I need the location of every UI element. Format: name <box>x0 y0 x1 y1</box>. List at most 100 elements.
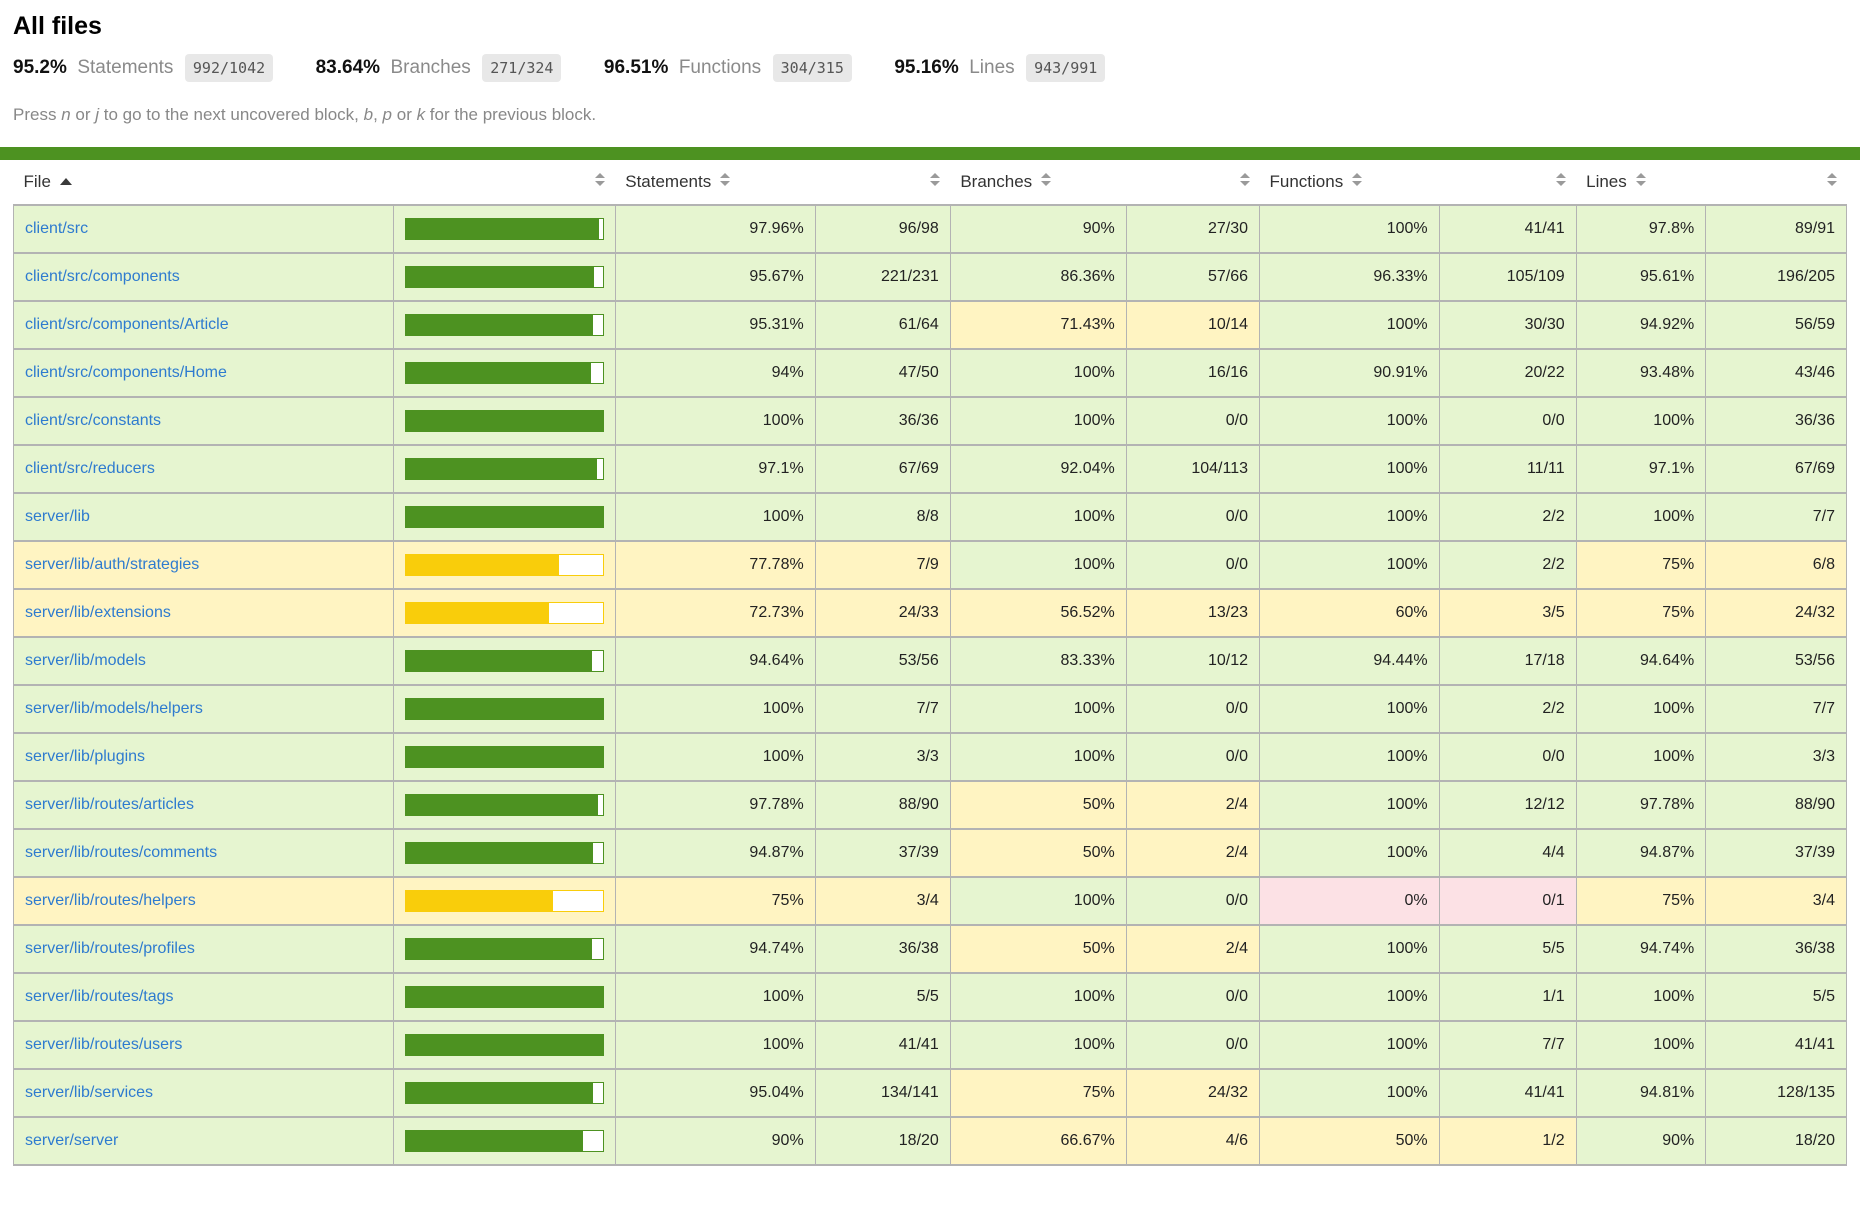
coverage-bar <box>405 794 604 816</box>
lines-fraction-cell: 3/4 <box>1706 877 1847 925</box>
branches-fraction-cell: 104/113 <box>1126 445 1259 493</box>
statements-fraction-cell: 61/64 <box>815 301 950 349</box>
coverage-bar-cell <box>393 541 615 589</box>
functions-pct-cell: 100% <box>1260 493 1440 541</box>
file-link[interactable]: client/src/reducers <box>25 460 155 477</box>
statements-pct-cell: 100% <box>615 493 815 541</box>
table-row: server/lib/plugins100%3/3100%0/0100%0/01… <box>14 733 1847 781</box>
file-link[interactable]: server/lib/routes/profiles <box>25 940 195 957</box>
sort-arrows-icon[interactable] <box>1041 173 1051 186</box>
file-link[interactable]: client/src/constants <box>25 412 161 429</box>
sort-asc-icon[interactable] <box>60 178 72 185</box>
file-link[interactable]: client/src/components/Home <box>25 364 227 381</box>
report-header: All files 95.2% Statements 992/1042 83.6… <box>0 0 1860 125</box>
file-link[interactable]: server/lib <box>25 508 90 525</box>
file-link[interactable]: server/lib/plugins <box>25 748 145 765</box>
keyboard-hint: Press n or j to go to the next uncovered… <box>13 105 1847 125</box>
sort-arrows-icon[interactable] <box>930 173 940 186</box>
metric-statements-fraction: 992/1042 <box>185 54 273 82</box>
coverage-bar-cell <box>393 1069 615 1117</box>
branches-pct-cell: 100% <box>950 493 1126 541</box>
file-link[interactable]: client/src <box>25 220 88 237</box>
file-link[interactable]: server/lib/services <box>25 1084 153 1101</box>
sort-arrows-icon[interactable] <box>1636 173 1646 186</box>
column-header-branches-fraction[interactable] <box>1126 160 1259 205</box>
functions-fraction-cell: 7/7 <box>1439 1021 1576 1069</box>
functions-fraction-cell: 1/1 <box>1439 973 1576 1021</box>
statements-pct-cell: 94.64% <box>615 637 815 685</box>
hint-key: j <box>95 105 99 124</box>
column-header-functions-label: Functions <box>1270 172 1344 191</box>
coverage-bar-fill <box>406 747 603 767</box>
functions-pct-cell: 100% <box>1260 733 1440 781</box>
functions-pct-cell: 0% <box>1260 877 1440 925</box>
column-header-lines[interactable]: Lines <box>1576 160 1706 205</box>
sort-arrows-icon[interactable] <box>1556 173 1566 186</box>
column-header-file-label: File <box>24 172 51 191</box>
file-link[interactable]: server/lib/routes/helpers <box>25 892 196 909</box>
statements-pct-cell: 97.1% <box>615 445 815 493</box>
branches-pct-cell: 100% <box>950 685 1126 733</box>
file-cell: server/server <box>14 1117 394 1165</box>
column-header-lines-fraction[interactable] <box>1706 160 1847 205</box>
statements-pct-cell: 100% <box>615 973 815 1021</box>
file-link[interactable]: client/src/components <box>25 268 180 285</box>
table-row: server/lib/routes/comments94.87%37/3950%… <box>14 829 1847 877</box>
statements-fraction-cell: 134/141 <box>815 1069 950 1117</box>
column-header-branches-label: Branches <box>960 172 1032 191</box>
column-header-file[interactable]: File <box>14 160 394 205</box>
lines-fraction-cell: 88/90 <box>1706 781 1847 829</box>
functions-fraction-cell: 17/18 <box>1439 637 1576 685</box>
file-link[interactable]: server/lib/routes/tags <box>25 988 174 1005</box>
column-header-statements[interactable]: Statements <box>615 160 815 205</box>
lines-pct-cell: 94.74% <box>1576 925 1706 973</box>
file-link[interactable]: server/lib/extensions <box>25 604 171 621</box>
column-header-functions-fraction[interactable] <box>1439 160 1576 205</box>
file-link[interactable]: server/lib/models <box>25 652 146 669</box>
table-row: server/lib100%8/8100%0/0100%2/2100%7/7 <box>14 493 1847 541</box>
lines-pct-cell: 100% <box>1576 397 1706 445</box>
column-header-statements-fraction[interactable] <box>815 160 950 205</box>
functions-fraction-cell: 41/41 <box>1439 1069 1576 1117</box>
sort-arrows-icon[interactable] <box>1240 173 1250 186</box>
functions-pct-cell: 90.91% <box>1260 349 1440 397</box>
file-link[interactable]: server/lib/routes/articles <box>25 796 194 813</box>
file-link[interactable]: client/src/components/Article <box>25 316 229 333</box>
lines-pct-cell: 75% <box>1576 541 1706 589</box>
file-link[interactable]: server/lib/routes/comments <box>25 844 217 861</box>
statements-pct-cell: 94% <box>615 349 815 397</box>
coverage-bar-fill <box>406 459 597 479</box>
metric-functions-pct: 96.51% <box>604 57 668 78</box>
statements-fraction-cell: 36/38 <box>815 925 950 973</box>
file-link[interactable]: server/lib/auth/strategies <box>25 556 199 573</box>
sort-arrows-icon[interactable] <box>1352 173 1362 186</box>
coverage-bar <box>405 698 604 720</box>
statements-pct-cell: 97.96% <box>615 205 815 253</box>
coverage-bar-fill <box>406 987 603 1007</box>
branches-pct-cell: 50% <box>950 829 1126 877</box>
statements-fraction-cell: 37/39 <box>815 829 950 877</box>
column-header-functions[interactable]: Functions <box>1260 160 1440 205</box>
lines-fraction-cell: 89/91 <box>1706 205 1847 253</box>
statements-fraction-cell: 7/9 <box>815 541 950 589</box>
hint-key: k <box>417 105 426 124</box>
branches-fraction-cell: 2/4 <box>1126 829 1259 877</box>
file-cell: client/src/components/Article <box>14 301 394 349</box>
file-link[interactable]: server/lib/routes/users <box>25 1036 182 1053</box>
column-header-chart[interactable] <box>393 160 615 205</box>
column-header-branches[interactable]: Branches <box>950 160 1126 205</box>
file-link[interactable]: server/lib/models/helpers <box>25 700 203 717</box>
statements-fraction-cell: 221/231 <box>815 253 950 301</box>
sort-arrows-icon[interactable] <box>595 173 605 186</box>
sort-arrows-icon[interactable] <box>720 173 730 186</box>
statements-pct-cell: 77.78% <box>615 541 815 589</box>
branches-pct-cell: 86.36% <box>950 253 1126 301</box>
lines-fraction-cell: 128/135 <box>1706 1069 1847 1117</box>
lines-pct-cell: 90% <box>1576 1117 1706 1165</box>
file-link[interactable]: server/server <box>25 1132 118 1149</box>
statements-pct-cell: 90% <box>615 1117 815 1165</box>
sort-arrows-icon[interactable] <box>1827 173 1837 186</box>
functions-fraction-cell: 30/30 <box>1439 301 1576 349</box>
coverage-bar-fill <box>406 219 599 239</box>
coverage-bar-cell <box>393 493 615 541</box>
